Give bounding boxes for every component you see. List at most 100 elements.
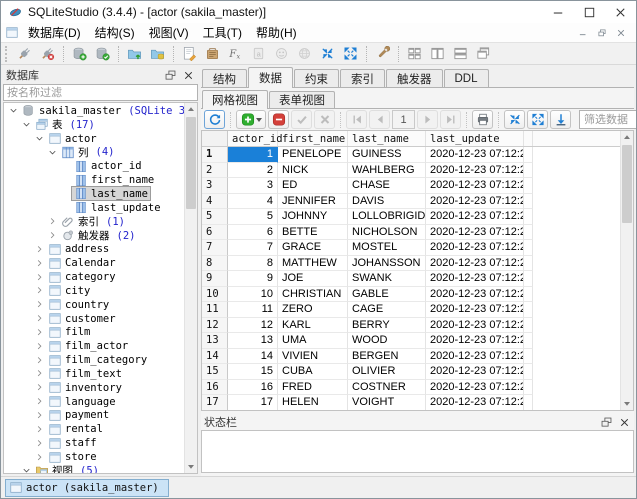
grid-cell[interactable]: 5 <box>228 209 278 225</box>
row-number[interactable]: 8 <box>202 256 228 272</box>
add-row-button[interactable] <box>236 110 266 129</box>
row-number[interactable]: 4 <box>202 194 228 210</box>
tree-item-city[interactable]: city <box>4 284 184 298</box>
grid-cell[interactable]: 8 <box>228 256 278 272</box>
restore-session-button[interactable] <box>123 43 146 64</box>
grid-cell[interactable]: 2020-12-23 07:12:29 <box>426 395 524 410</box>
tab-2[interactable]: 约束 <box>294 69 339 87</box>
chevron-right-icon[interactable] <box>33 409 46 422</box>
grid-cell[interactable]: CHASE <box>348 178 426 194</box>
chevron-right-icon[interactable] <box>33 312 46 325</box>
chevron-right-icon[interactable] <box>33 437 46 450</box>
grid-cell[interactable]: 2020-12-23 07:12:29 <box>426 240 524 256</box>
collapse-windows-button[interactable] <box>316 43 339 64</box>
grid-cell[interactable]: JOE <box>278 271 348 287</box>
load-all-data-button[interactable] <box>550 110 571 129</box>
scroll-up-icon[interactable] <box>621 131 633 144</box>
chevron-down-icon[interactable] <box>7 104 20 117</box>
next-page-button[interactable] <box>417 110 438 129</box>
tree-item-customer[interactable]: customer <box>4 312 184 326</box>
close-button[interactable] <box>181 68 195 82</box>
tree-item-sakila_master[interactable]: sakila_master(SQLite 3) <box>4 104 184 118</box>
scroll-down-icon[interactable] <box>185 460 197 473</box>
print-button[interactable] <box>472 110 493 129</box>
rollback-button[interactable] <box>314 110 335 129</box>
float-button[interactable] <box>163 68 177 82</box>
grid-cell[interactable]: 15 <box>228 364 278 380</box>
grid-cell[interactable]: LOLLOBRIGIDA <box>348 209 426 225</box>
grid-cell[interactable]: 17 <box>228 395 278 410</box>
chevron-right-icon[interactable] <box>33 451 46 464</box>
view-tab-1[interactable]: 表单视图 <box>269 91 335 108</box>
minimize-button[interactable] <box>543 1 574 23</box>
tab-3[interactable]: 索引 <box>340 69 385 87</box>
grid-cell[interactable]: JOHANSSON <box>348 256 426 272</box>
tab-0[interactable]: 结构 <box>202 69 247 87</box>
scroll-up-icon[interactable] <box>185 103 197 116</box>
chevron-right-icon[interactable] <box>33 354 46 367</box>
chevron-down-icon[interactable] <box>33 132 46 145</box>
tree-item-payment[interactable]: payment <box>4 409 184 423</box>
menu-item-2[interactable]: 视图(V) <box>142 23 196 42</box>
collation-editor-button[interactable]: a <box>247 43 270 64</box>
tree-item-last_update[interactable]: last_update <box>4 201 184 215</box>
menu-item-0[interactable]: 数据库(D) <box>21 23 88 42</box>
tree-item-film_category[interactable]: film_category <box>4 353 184 367</box>
row-number[interactable]: 7 <box>202 240 228 256</box>
grid-cell[interactable]: FRED <box>278 380 348 396</box>
mdi-restore-button[interactable] <box>596 27 607 38</box>
grid-cell[interactable]: ZERO <box>278 302 348 318</box>
tree-item-category[interactable]: category <box>4 270 184 284</box>
grid-cell[interactable]: 4 <box>228 194 278 210</box>
grid-cell[interactable]: OLIVIER <box>348 364 426 380</box>
expand-windows-button[interactable] <box>339 43 362 64</box>
tree-item-inventory[interactable]: inventory <box>4 381 184 395</box>
grid-cell[interactable]: 2020-12-23 07:12:29 <box>426 333 524 349</box>
grid-scrollbar[interactable] <box>620 131 633 410</box>
tree-item-address[interactable]: address <box>4 242 184 256</box>
grid-cell[interactable]: CAGE <box>348 302 426 318</box>
row-number[interactable]: 13 <box>202 333 228 349</box>
database-check-button[interactable] <box>91 43 114 64</box>
tab-5[interactable]: DDL <box>444 69 489 87</box>
grid-cell[interactable]: BERRY <box>348 318 426 334</box>
grid-cell[interactable]: 2020-12-23 07:12:29 <box>426 178 524 194</box>
row-number[interactable]: 3 <box>202 178 228 194</box>
view-tab-0[interactable]: 网格视图 <box>202 90 268 109</box>
close-button[interactable] <box>617 415 631 429</box>
tree-item-store[interactable]: store <box>4 450 184 464</box>
grid-cell[interactable]: HELEN <box>278 395 348 410</box>
collapse-columns-button[interactable] <box>504 110 525 129</box>
grid-cell[interactable]: 2020-12-23 07:12:29 <box>426 271 524 287</box>
toolbar-drag-handle[interactable] <box>5 46 10 62</box>
tree-item-film_actor[interactable]: film_actor <box>4 339 184 353</box>
grid-cell[interactable]: 2020-12-23 07:12:29 <box>426 364 524 380</box>
scroll-down-icon[interactable] <box>621 397 633 410</box>
grid-cell[interactable]: 2020-12-23 07:12:29 <box>426 302 524 318</box>
plugins-button[interactable] <box>293 43 316 64</box>
grid-cell[interactable]: 2020-12-23 07:12:29 <box>426 349 524 365</box>
grid-cell[interactable]: CUBA <box>278 364 348 380</box>
grid-cell[interactable]: 9 <box>228 271 278 287</box>
grid-cell[interactable]: 11 <box>228 302 278 318</box>
column-header-actor_id[interactable]: actor_id <box>228 131 278 146</box>
grid-cell[interactable]: BETTE <box>278 225 348 241</box>
tree-item-表[interactable]: 表(17) <box>4 118 184 132</box>
import-button[interactable] <box>146 43 169 64</box>
taskbar-item-actor[interactable]: actor (sakila_master) <box>5 479 169 497</box>
row-number[interactable]: 11 <box>202 302 228 318</box>
grid-cell[interactable]: VIVIEN <box>278 349 348 365</box>
chevron-down-icon[interactable] <box>20 118 33 131</box>
column-header-first_name[interactable]: first_name <box>278 131 348 146</box>
grid-cell[interactable]: 10 <box>228 287 278 303</box>
menu-item-1[interactable]: 结构(S) <box>88 23 142 42</box>
grid-cell[interactable]: 2020-12-23 07:12:29 <box>426 318 524 334</box>
grid-cell[interactable]: 14 <box>228 349 278 365</box>
tile-vertical-button[interactable] <box>426 43 449 64</box>
tree-item-film[interactable]: film <box>4 326 184 340</box>
row-number[interactable]: 12 <box>202 318 228 334</box>
expand-columns-button[interactable] <box>527 110 548 129</box>
grid-cell[interactable]: KARL <box>278 318 348 334</box>
grid-cell[interactable]: 16 <box>228 380 278 396</box>
tree-item-rental[interactable]: rental <box>4 422 184 436</box>
